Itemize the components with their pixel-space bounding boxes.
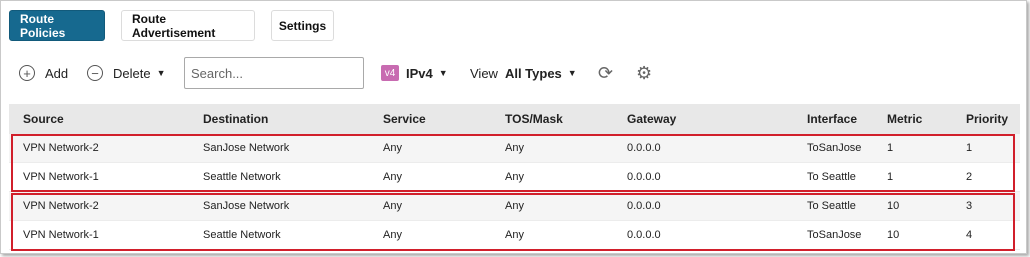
view-label: View: [470, 65, 498, 81]
cell-tos-mask: Any: [505, 142, 524, 154]
chevron-down-icon: ▼: [567, 68, 577, 78]
cell-tos-mask: Any: [505, 171, 524, 183]
table-header: Source Destination Service TOS/Mask Gate…: [9, 104, 1020, 134]
cell-service: Any: [383, 200, 402, 212]
cell-destination: SanJose Network: [203, 142, 290, 154]
ip-version-badge: v4: [381, 65, 399, 81]
column-header-priority[interactable]: Priority: [966, 112, 1008, 126]
column-header-interface[interactable]: Interface: [807, 112, 857, 126]
chevron-down-icon: ▼: [438, 68, 448, 78]
cell-metric: 1: [887, 142, 894, 154]
cell-gateway: 0.0.0.0: [627, 200, 661, 212]
column-header-metric[interactable]: Metric: [887, 112, 922, 126]
table-row[interactable]: VPN Network-2 SanJose Network Any Any 0.…: [9, 134, 1020, 163]
tab-route-policies[interactable]: Route Policies: [9, 10, 105, 41]
cell-gateway: 0.0.0.0: [627, 142, 661, 154]
delete-button[interactable]: − Delete ▼: [87, 57, 166, 89]
cell-metric: 10: [887, 229, 900, 241]
cell-priority: 2: [966, 171, 973, 183]
chevron-down-icon: ▼: [156, 68, 166, 78]
cell-tos-mask: Any: [505, 200, 524, 212]
cell-service: Any: [383, 171, 402, 183]
cell-gateway: 0.0.0.0: [627, 171, 661, 183]
column-header-destination[interactable]: Destination: [203, 112, 268, 126]
tab-bar: Route Policies Route Advertisement Setti…: [9, 10, 350, 41]
add-label: Add: [45, 65, 69, 81]
cell-metric: 1: [887, 171, 894, 183]
cell-destination: SanJose Network: [203, 200, 290, 212]
refresh-icon[interactable]: ⟳: [598, 57, 613, 89]
cell-source: VPN Network-2: [23, 142, 99, 154]
plus-circle-icon: +: [19, 65, 35, 81]
cell-destination: Seattle Network: [203, 229, 281, 241]
toolbar: + Add − Delete ▼ v4 IPv4 ▼ View All Type…: [9, 57, 1019, 89]
cell-gateway: 0.0.0.0: [627, 229, 661, 241]
cell-priority: 3: [966, 200, 973, 212]
view-selector[interactable]: View All Types ▼: [470, 57, 577, 89]
cell-interface: ToSanJose: [807, 229, 862, 241]
cell-source: VPN Network-1: [23, 229, 99, 241]
cell-destination: Seattle Network: [203, 171, 281, 183]
cell-tos-mask: Any: [505, 229, 524, 241]
search-input[interactable]: [184, 57, 364, 89]
table-row[interactable]: VPN Network-1 Seattle Network Any Any 0.…: [9, 163, 1020, 192]
table-row[interactable]: VPN Network-1 Seattle Network Any Any 0.…: [9, 221, 1020, 250]
tab-settings[interactable]: Settings: [271, 10, 334, 41]
cell-priority: 4: [966, 229, 973, 241]
cell-interface: ToSanJose: [807, 142, 862, 154]
cell-priority: 1: [966, 142, 973, 154]
view-value: All Types: [504, 65, 562, 81]
minus-circle-icon: −: [87, 65, 103, 81]
ip-version-selector[interactable]: v4 IPv4 ▼: [381, 57, 448, 89]
route-policies-table: Source Destination Service TOS/Mask Gate…: [9, 104, 1020, 250]
delete-label: Delete: [113, 65, 151, 81]
cell-service: Any: [383, 229, 402, 241]
tab-route-advertisement[interactable]: Route Advertisement: [121, 10, 255, 41]
column-header-service[interactable]: Service: [383, 112, 426, 126]
cell-metric: 10: [887, 200, 900, 212]
route-policies-panel: Route Policies Route Advertisement Setti…: [0, 0, 1027, 254]
ip-version-value: IPv4: [406, 65, 433, 81]
cell-source: VPN Network-1: [23, 171, 99, 183]
add-button[interactable]: + Add: [19, 57, 68, 89]
column-header-source[interactable]: Source: [23, 112, 64, 126]
cell-source: VPN Network-2: [23, 200, 99, 212]
cell-service: Any: [383, 142, 402, 154]
column-header-tos-mask[interactable]: TOS/Mask: [505, 112, 563, 126]
cell-interface: To Seattle: [807, 171, 856, 183]
gear-icon[interactable]: ⚙: [636, 57, 652, 89]
column-header-gateway[interactable]: Gateway: [627, 112, 676, 126]
cell-interface: To Seattle: [807, 200, 856, 212]
table-row[interactable]: VPN Network-2 SanJose Network Any Any 0.…: [9, 192, 1020, 221]
